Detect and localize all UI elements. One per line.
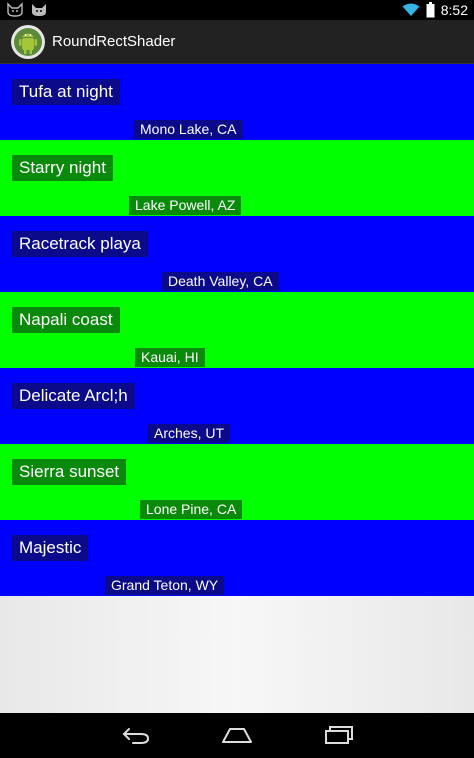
item-subtitle: Kauai, HI <box>135 348 205 367</box>
home-icon <box>222 728 252 743</box>
status-time: 8:52 <box>440 2 468 18</box>
list-item[interactable]: Racetrack playa Death Valley, CA <box>0 216 474 292</box>
cat-icon <box>32 4 46 16</box>
list-item[interactable]: Majestic Grand Teton, WY <box>0 520 474 596</box>
item-title: Tufa at night <box>12 79 120 105</box>
list-item[interactable]: Sierra sunset Lone Pine, CA <box>0 444 474 520</box>
list-item[interactable]: Starry night Lake Powell, AZ <box>0 140 474 216</box>
recent-apps-icon <box>325 726 353 744</box>
item-title: Starry night <box>12 155 113 181</box>
item-title: Majestic <box>12 535 89 561</box>
notification-icons <box>6 2 48 18</box>
item-title: Delicate Arcl;h <box>12 383 135 409</box>
item-list: Tufa at night Mono Lake, CA Starry night… <box>0 64 474 596</box>
action-bar: RoundRectShader <box>0 20 474 64</box>
item-subtitle: Arches, UT <box>148 424 231 443</box>
system-icons: 8:52 <box>402 0 468 20</box>
item-title: Napali coast <box>12 307 120 333</box>
back-button[interactable] <box>119 723 153 747</box>
list-item[interactable]: Napali coast Kauai, HI <box>0 292 474 368</box>
battery-icon <box>426 2 435 18</box>
back-icon <box>123 728 150 744</box>
wifi-icon <box>402 3 420 16</box>
recent-apps-button[interactable] <box>322 723 356 747</box>
list-empty-area <box>0 596 474 713</box>
item-subtitle: Lone Pine, CA <box>140 500 243 519</box>
list-item[interactable]: Delicate Arcl;h Arches, UT <box>0 368 474 444</box>
item-subtitle: Mono Lake, CA <box>134 120 243 139</box>
item-title: Racetrack playa <box>12 231 148 257</box>
cat-icon <box>7 2 23 17</box>
list-item[interactable]: Tufa at night Mono Lake, CA <box>0 64 474 140</box>
item-title: Sierra sunset <box>12 459 127 485</box>
home-button[interactable] <box>220 723 254 747</box>
item-subtitle: Lake Powell, AZ <box>129 196 242 215</box>
item-subtitle: Grand Teton, WY <box>105 576 225 595</box>
status-bar: 8:52 <box>0 0 474 20</box>
android-app-icon[interactable] <box>10 24 46 60</box>
item-subtitle: Death Valley, CA <box>162 272 279 291</box>
navigation-bar <box>0 713 474 758</box>
app-title: RoundRectShader <box>52 33 176 50</box>
